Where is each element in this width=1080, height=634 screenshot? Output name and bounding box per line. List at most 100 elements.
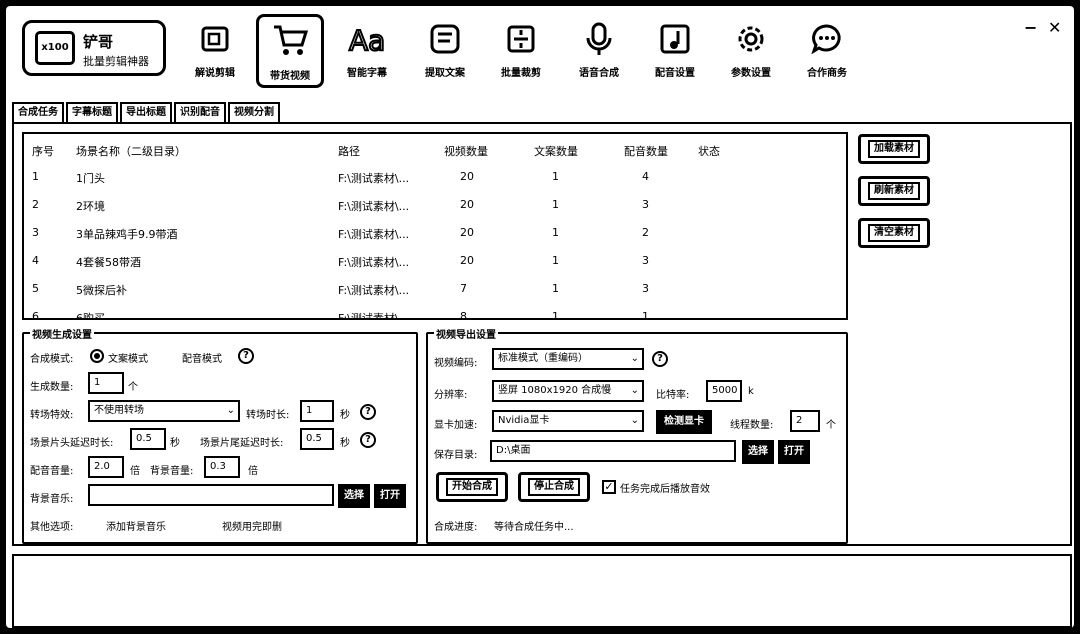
toolbar-video-edit[interactable]: 解说剪辑 <box>182 20 248 82</box>
logo-subtitle: 批量剪辑神器 <box>83 55 149 68</box>
table-row[interactable]: 3 3单品辣鸡手9.9带酒 F:\测试素材\... 20 1 2 <box>24 218 844 246</box>
export-settings-group: 视频导出设置 视频编码: 标准模式（重编码） ⌄ ? 分辨率: 竖屏 1080x1… <box>426 326 848 544</box>
col-header: 视频数量 <box>444 145 488 158</box>
save-dir-label: 保存目录: <box>434 450 478 461</box>
table-row[interactable]: 1 1门头 F:\测试素材\... 20 1 4 <box>24 162 844 190</box>
play-sound-label: 任务完成后播放音效 <box>620 484 710 495</box>
bgm-choose-button[interactable]: 选择 <box>338 484 370 508</box>
toolbar-smart-subtitle[interactable]: Aa 智能字幕 <box>334 20 400 82</box>
close-button[interactable]: ✕ <box>1048 18 1061 37</box>
start-compose-button[interactable]: 开始合成 <box>436 472 508 502</box>
dub-vol-input[interactable]: 2.0 <box>88 456 124 478</box>
gen-settings-group: 视频生成设置 合成模式: 文案模式 配音模式 ? 生成数量: 1 个 转场特效:… <box>22 326 418 544</box>
help-icon[interactable]: ? <box>652 351 668 367</box>
load-material-button[interactable]: 加载素材 <box>858 134 930 164</box>
group-title: 视频生成设置 <box>30 326 94 341</box>
bitrate-unit: k <box>748 386 754 397</box>
col-header: 状态 <box>698 145 720 158</box>
table-cell: 20 <box>460 198 474 211</box>
table-cell: F:\测试素材\... <box>338 200 410 213</box>
minimize-button[interactable]: − <box>1024 18 1037 37</box>
table-cell: 3单品辣鸡手9.9带酒 <box>76 228 178 241</box>
delete-after-use-option[interactable]: 视频用完即删 <box>222 518 282 533</box>
table-cell: 2 <box>642 226 649 239</box>
toolbar-batch-crop[interactable]: 批量裁剪 <box>488 20 554 82</box>
scene-table: 序号 场景名称（二级目录） 路径 视频数量 文案数量 配音数量 状态 1 1门头 F… <box>22 132 848 320</box>
save-dir-input[interactable]: D:\桌面 <box>490 440 736 462</box>
tab-video-split[interactable]: 视频分割 <box>228 102 280 122</box>
tail-delay-input[interactable]: 0.5 <box>300 428 334 450</box>
bg-vol-input[interactable]: 0.3 <box>204 456 240 478</box>
tab-bar: 合成任务 字幕标题 导出标题 识别配音 视频分割 <box>12 102 282 122</box>
toolbar-product-video[interactable]: 带货视频 <box>256 14 324 88</box>
times-unit: 倍 <box>248 466 258 477</box>
gpu-select[interactable]: Nvidia显卡 ⌄ <box>492 410 644 432</box>
trans-dur-input[interactable]: 1 <box>300 400 334 422</box>
table-cell: 8 <box>460 310 467 320</box>
table-cell: 3 <box>642 198 649 211</box>
head-delay-input[interactable]: 0.5 <box>130 428 166 450</box>
table-cell: 1 <box>552 310 559 320</box>
table-row[interactable]: 4 4套餐58带酒 F:\测试素材\... 20 1 3 <box>24 246 844 274</box>
col-header: 序号 <box>32 145 54 158</box>
other-label: 其他选项: <box>30 522 74 533</box>
video-edit-icon <box>201 26 229 52</box>
detect-gpu-button[interactable]: 检测显卡 <box>656 410 712 434</box>
count-input[interactable]: 1 <box>88 372 124 394</box>
table-header: 序号 场景名称（二级目录） 路径 视频数量 文案数量 配音数量 状态 <box>24 134 844 162</box>
codec-select[interactable]: 标准模式（重编码） ⌄ <box>492 348 644 370</box>
chevron-down-icon: ⌄ <box>630 415 639 426</box>
app-logo: x100 铲哥 批量剪辑神器 <box>22 20 166 76</box>
help-icon[interactable]: ? <box>238 348 254 364</box>
help-icon[interactable]: ? <box>360 404 376 420</box>
help-icon[interactable]: ? <box>360 432 376 448</box>
tab-compose[interactable]: 合成任务 <box>12 102 64 122</box>
bgm-input[interactable] <box>88 484 334 506</box>
bitrate-input[interactable]: 5000 <box>706 380 742 402</box>
threads-input[interactable]: 2 <box>790 410 820 432</box>
toolbar-label: 带货视频 <box>270 71 310 82</box>
crop-icon <box>507 25 535 53</box>
button-label: 刷新素材 <box>868 182 920 200</box>
mode-text-radio[interactable] <box>90 349 104 363</box>
add-bgm-option[interactable]: 添加背景音乐 <box>106 518 166 533</box>
resolution-select[interactable]: 竖屏 1080x1920 合成慢 ⌄ <box>492 380 644 402</box>
table-row[interactable]: 2 2环境 F:\测试素材\... 20 1 3 <box>24 190 844 218</box>
tab-recognize-dub[interactable]: 识别配音 <box>174 102 226 122</box>
play-sound-checkbox[interactable]: ✓ <box>602 480 616 494</box>
table-cell: 20 <box>460 226 474 239</box>
tab-export-title[interactable]: 导出标题 <box>120 102 172 122</box>
dir-open-button[interactable]: 打开 <box>778 440 810 464</box>
toolbar-dub-settings[interactable]: 配音设置 <box>642 20 708 82</box>
progress-label: 合成进度: <box>434 522 478 533</box>
table-cell: 2 <box>32 198 39 211</box>
stop-compose-button[interactable]: 停止合成 <box>518 472 590 502</box>
toolbar-business[interactable]: 合作商务 <box>794 20 860 82</box>
transition-select[interactable]: 不使用转场 ⌄ <box>88 400 240 422</box>
table-cell: 4 <box>642 170 649 183</box>
table-row[interactable]: 6 6购买 F:\测试素材\... 8 1 1 <box>24 302 844 320</box>
table-cell: 20 <box>460 170 474 183</box>
app-window: x100 铲哥 批量剪辑神器 解说剪辑 带货视频 Aa 智能字幕 提取文案 批量… <box>4 4 1076 630</box>
head-delay-label: 场景片头延迟时长: <box>30 438 114 449</box>
button-label: 停止合成 <box>528 478 580 496</box>
mode-text-label: 文案模式 <box>108 354 148 365</box>
threads-unit: 个 <box>826 420 836 431</box>
table-cell: 1 <box>552 170 559 183</box>
select-value: 标准模式（重编码） <box>498 353 588 364</box>
toolbar-params[interactable]: 参数设置 <box>718 20 784 82</box>
tab-subtitle-title[interactable]: 字幕标题 <box>66 102 118 122</box>
count-label: 生成数量: <box>30 382 74 393</box>
table-cell: 20 <box>460 254 474 267</box>
bgm-open-button[interactable]: 打开 <box>374 484 406 508</box>
mode-dub-radio[interactable] <box>164 349 178 363</box>
table-row[interactable]: 5 5微探后补 F:\测试素材\... 7 1 3 <box>24 274 844 302</box>
table-scrollbar[interactable] <box>842 136 846 316</box>
dir-choose-button[interactable]: 选择 <box>742 440 774 464</box>
clear-material-button[interactable]: 清空素材 <box>858 218 930 248</box>
table-cell: F:\测试素材\... <box>338 228 410 241</box>
toolbar-extract-text[interactable]: 提取文案 <box>412 20 478 82</box>
refresh-material-button[interactable]: 刷新素材 <box>858 176 930 206</box>
toolbar-speech-synth[interactable]: 语音合成 <box>566 20 632 82</box>
table-cell: 6购买 <box>76 312 105 320</box>
